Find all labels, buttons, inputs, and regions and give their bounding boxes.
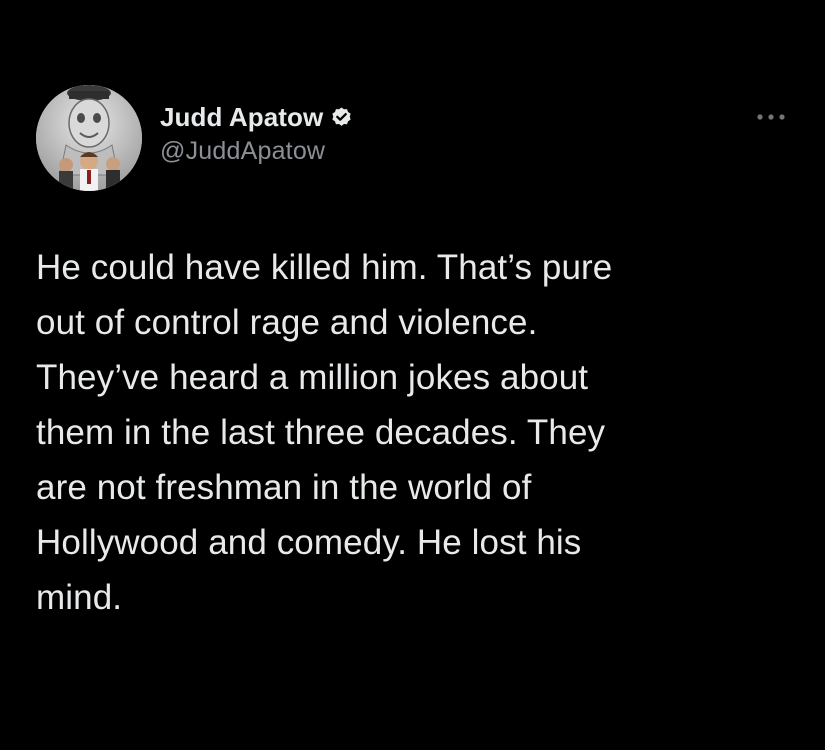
avatar-image xyxy=(36,85,142,191)
avatar[interactable] xyxy=(36,85,142,191)
display-name[interactable]: Judd Apatow xyxy=(160,102,323,133)
more-options-icon xyxy=(757,114,785,120)
author-block: Judd Apatow @JuddApatow xyxy=(160,101,353,166)
tweet-text: He could have killed him. That’s pure ou… xyxy=(36,248,613,617)
display-name-row: Judd Apatow xyxy=(160,101,353,133)
handle[interactable]: @JuddApatow xyxy=(160,137,353,166)
tweet-card: Judd Apatow @JuddApatow He could have ki… xyxy=(0,0,825,750)
verified-badge-icon xyxy=(330,106,353,129)
more-options-button[interactable] xyxy=(752,104,790,130)
